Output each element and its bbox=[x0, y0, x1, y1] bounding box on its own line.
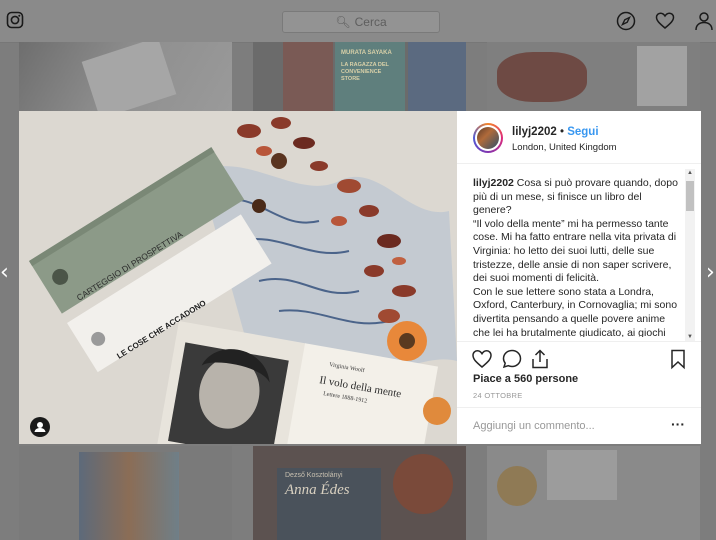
book-cover: MURATA SAYAKA LA RAGAZZA DEL CONVENIENCE… bbox=[335, 42, 405, 111]
caption-username[interactable]: lilyj2202 bbox=[473, 177, 514, 189]
flowers-shape bbox=[497, 52, 587, 102]
username-link[interactable]: lilyj2202 bbox=[512, 126, 557, 138]
bookmark-icon[interactable] bbox=[667, 348, 689, 370]
book-cover: Dezső Kosztolányi Anna Édes bbox=[277, 468, 381, 540]
book-shape bbox=[408, 42, 466, 111]
previous-post-arrow-icon[interactable]: ‹ bbox=[0, 262, 9, 284]
grid-post-thumbnail[interactable]: MURATA SAYAKA LA RAGAZZA DEL CONVENIENCE… bbox=[253, 42, 466, 111]
likes-count[interactable]: Piace a 560 persone bbox=[473, 373, 578, 385]
like-heart-icon[interactable] bbox=[471, 348, 493, 370]
next-post-arrow-icon[interactable]: › bbox=[706, 262, 715, 284]
illustration-shape bbox=[79, 452, 179, 540]
post-photo[interactable]: CARTEGGIO DI PROSPETTIVA LE COSE CHE ACC… bbox=[19, 111, 457, 444]
share-icon[interactable] bbox=[529, 348, 551, 370]
book-author: MURATA SAYAKA bbox=[341, 50, 392, 56]
separator-dot: • bbox=[559, 126, 564, 138]
grid-post-thumbnail[interactable] bbox=[487, 446, 700, 540]
post-caption: lilyj2202 Cosa si può provare quando, do… bbox=[473, 177, 683, 337]
photo-illustration: CARTEGGIO DI PROSPETTIVA LE COSE CHE ACC… bbox=[19, 111, 457, 444]
grid-post-thumbnail[interactable] bbox=[487, 42, 700, 111]
book-shape bbox=[81, 42, 177, 111]
search-input[interactable]: 🔍︎ Cerca bbox=[282, 11, 440, 33]
compass-icon[interactable] bbox=[616, 11, 636, 31]
more-options-icon[interactable]: ··· bbox=[671, 416, 685, 432]
instagram-logo-icon[interactable] bbox=[6, 11, 24, 29]
post-modal: CARTEGGIO DI PROSPETTIVA LE COSE CHE ACC… bbox=[19, 111, 701, 444]
book-shape bbox=[637, 46, 687, 106]
book-title: LA RAGAZZA DEL CONVENIENCE STORE bbox=[341, 62, 389, 82]
post-sidebar: lilyj2202 • Segui London, United Kingdom… bbox=[457, 111, 701, 444]
search-placeholder: Cerca bbox=[354, 15, 387, 29]
heart-icon[interactable] bbox=[655, 11, 675, 31]
caption-text: Cosa si può provare quando, dopo più di … bbox=[473, 177, 678, 337]
tagged-people-icon[interactable] bbox=[30, 417, 50, 437]
comment-icon[interactable] bbox=[501, 348, 523, 370]
book-author: Dezső Kosztolányi bbox=[285, 472, 343, 479]
post-author: lilyj2202 • Segui bbox=[512, 126, 599, 138]
book-shape bbox=[547, 450, 617, 500]
follow-button[interactable]: Segui bbox=[567, 126, 598, 138]
flowers-shape bbox=[393, 454, 453, 514]
scroll-down-icon[interactable]: ▼ bbox=[687, 334, 693, 340]
scroll-up-icon[interactable]: ▲ bbox=[687, 170, 693, 176]
location-link[interactable]: London, United Kingdom bbox=[512, 142, 617, 153]
top-navigation-bar: 🔍︎ Cerca bbox=[0, 0, 716, 43]
post-header: lilyj2202 • Segui London, United Kingdom bbox=[457, 111, 701, 164]
profile-icon[interactable] bbox=[694, 11, 714, 31]
grid-post-thumbnail[interactable] bbox=[19, 446, 232, 540]
flower-shape bbox=[497, 466, 537, 506]
caption-scrollbar[interactable]: ▲ ▼ bbox=[685, 169, 695, 341]
grid-post-thumbnail[interactable]: Dezső Kosztolányi Anna Édes bbox=[253, 446, 466, 540]
scrollbar-thumb[interactable] bbox=[686, 181, 694, 211]
book-title: Anna Édes bbox=[285, 482, 350, 498]
post-date: 24 OTTOBRE bbox=[473, 391, 523, 400]
book-shape bbox=[283, 42, 333, 111]
comment-bar: Aggiungi un commento... ··· bbox=[457, 407, 701, 445]
search-icon: 🔍︎ bbox=[335, 15, 351, 29]
avatar[interactable] bbox=[473, 123, 503, 153]
comment-input[interactable]: Aggiungi un commento... bbox=[473, 420, 595, 432]
grid-post-thumbnail[interactable] bbox=[19, 42, 232, 111]
